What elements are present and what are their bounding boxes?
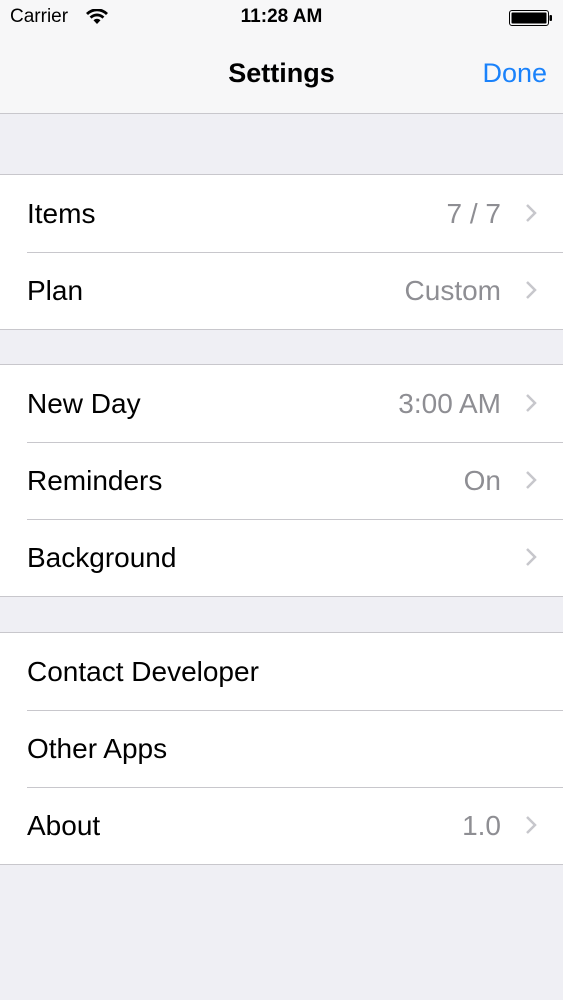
row-value: 7 / 7 [446,198,501,229]
row-label: Plan [27,275,84,306]
chevron-right-icon [526,204,537,222]
row-value: On [463,465,501,496]
settings-group-general: Items 7 / 7 Plan Custom [0,174,563,330]
status-time: 11:28 AM [240,6,323,27]
settings-group-info: Contact Developer Other Apps About 1.0 [0,632,563,865]
chevron-right-icon [526,548,537,566]
row-label: New Day [27,388,141,419]
top-bar: Carrier 11:28 AM Settings Done [0,0,563,114]
row-other-apps[interactable]: Other Apps [0,710,563,787]
row-background[interactable]: Background [0,519,563,596]
chevron-right-icon [526,394,537,412]
row-label: About [27,810,101,841]
status-bar: Carrier 11:28 AM [0,0,563,36]
row-value: Custom [404,275,501,306]
row-label: Background [27,542,177,573]
settings-group-schedule: New Day 3:00 AM Reminders On Background [0,364,563,597]
row-new-day[interactable]: New Day 3:00 AM [0,365,563,442]
chevron-right-icon [526,471,537,489]
row-contact-developer[interactable]: Contact Developer [0,633,563,710]
row-about[interactable]: About 1.0 [0,787,563,864]
done-button[interactable]: Done [482,58,547,89]
row-value: 1.0 [462,810,501,841]
row-value: 3:00 AM [398,388,501,419]
row-label: Items [27,198,96,229]
settings-screen: Carrier 11:28 AM Settings Done Items 7 /… [0,0,563,1000]
page-title: Settings [228,58,335,88]
row-items[interactable]: Items 7 / 7 [0,175,563,252]
navigation-bar: Settings Done [0,36,563,113]
row-label: Reminders [27,465,163,496]
chevron-right-icon [526,816,537,834]
row-label: Other Apps [27,733,168,764]
row-plan[interactable]: Plan Custom [0,252,563,329]
row-reminders[interactable]: Reminders On [0,442,563,519]
battery-icon [509,10,552,26]
chevron-right-icon [526,281,537,299]
row-label: Contact Developer [27,656,259,687]
